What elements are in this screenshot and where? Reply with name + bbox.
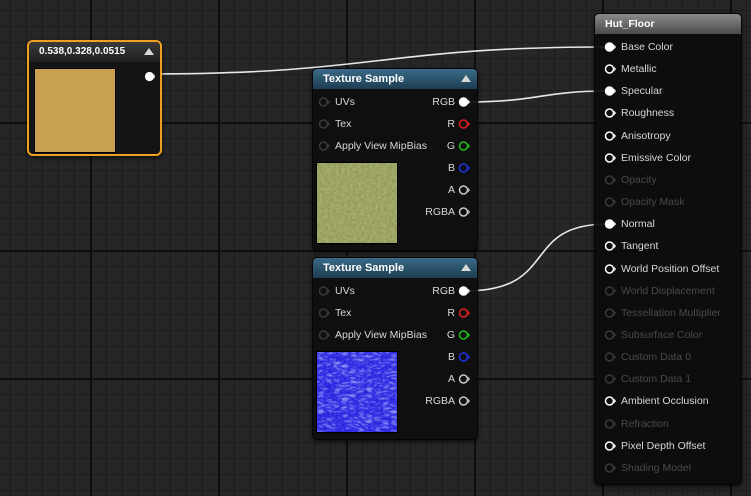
pin-label: Tex (335, 307, 352, 319)
pin-label: RGB (432, 96, 455, 108)
pin-label: Normal (621, 218, 655, 231)
pin-label: RGB (432, 285, 455, 297)
pin-label: B (447, 162, 455, 174)
constant-color-swatch (34, 68, 116, 153)
texture-sample-header[interactable]: Texture Sample (313, 69, 477, 89)
pin-label: Shading Model (621, 461, 692, 474)
pin-label: Specular (621, 85, 663, 98)
output-pin-b[interactable]: B (390, 159, 470, 177)
normal-map-texture-preview (316, 351, 398, 433)
material-result-node[interactable]: Hut_Floor Base Color Metallic Specular Roug… (594, 13, 742, 485)
pin-label: Anisotropy (621, 129, 671, 142)
pin-label: Tangent (621, 240, 659, 253)
pin-label: Roughness (621, 107, 675, 120)
output-pin-r[interactable]: R (390, 304, 470, 322)
pin-label: Pixel Depth Offset (621, 439, 706, 452)
collapse-arrow-icon[interactable] (461, 75, 471, 82)
pin-label: A (447, 373, 455, 385)
texture-sample-title: Texture Sample (323, 73, 405, 85)
constant-node-header[interactable]: 0.538,0.328,0.0515 (29, 42, 160, 62)
wire-texture2-rgb-to-normal[interactable] (464, 223, 609, 292)
output-pin-icon[interactable] (144, 71, 155, 82)
texture-sample-node-1[interactable]: Texture Sample UVs Tex Apply View MipBias R… (312, 68, 478, 251)
pin-label: Metallic (621, 63, 657, 76)
pin-label: Custom Data 0 (621, 351, 692, 364)
pin-label: RGBA (425, 395, 455, 407)
texture-sample-title: Texture Sample (323, 262, 405, 274)
pin-label: Ambient Occlusion (621, 395, 709, 408)
wire-texture1-rgb-to-specular[interactable] (464, 90, 609, 103)
pin-label: G (446, 329, 455, 341)
collapse-arrow-icon[interactable] (461, 264, 471, 271)
collapse-arrow-icon[interactable] (144, 48, 154, 55)
material-node-title: Hut_Floor (605, 18, 655, 30)
pin-label: Subsurface Color (621, 328, 703, 341)
output-pin-rgb[interactable]: RGB (390, 282, 470, 300)
output-pin-rgba[interactable]: RGBA (390, 203, 470, 221)
pin-label: RGBA (425, 206, 455, 218)
pin-label: Custom Data 1 (621, 373, 692, 386)
texture-sample-node-2[interactable]: Texture Sample UVs Tex Apply View MipBias R… (312, 257, 478, 440)
pin-label: World Position Offset (621, 262, 720, 275)
pin-label: B (447, 351, 455, 363)
output-pin-g[interactable]: G (390, 137, 470, 155)
output-pin-r[interactable]: R (390, 115, 470, 133)
output-pin-b[interactable]: B (390, 348, 470, 366)
pin-label: Base Color (621, 41, 673, 53)
pin-label: World Displacement (621, 284, 715, 297)
constant-node-title: 0.538,0.328,0.0515 (39, 46, 126, 57)
pin-label: Opacity (621, 173, 657, 186)
output-pin-rgba[interactable]: RGBA (390, 392, 470, 410)
output-pin-g[interactable]: G (390, 326, 470, 344)
pin-label: Refraction (621, 417, 669, 430)
grass-texture-preview (316, 162, 398, 244)
pin-label: Tessellation Multiplier (621, 306, 721, 319)
pin-label: UVs (335, 96, 355, 108)
material-node-header[interactable]: Hut_Floor (595, 14, 741, 34)
pin-label: A (447, 184, 455, 196)
pin-label: G (446, 140, 455, 152)
output-pin-a[interactable]: A (390, 370, 470, 388)
texture-sample-header[interactable]: Texture Sample (313, 258, 477, 278)
pin-label: Tex (335, 118, 352, 130)
pin-label: R (447, 307, 455, 319)
pin-label: Emissive Color (621, 151, 692, 164)
pin-label: R (447, 118, 455, 130)
pin-label: Opacity Mask (621, 196, 685, 209)
constant3vector-node[interactable]: 0.538,0.328,0.0515 (27, 40, 162, 156)
output-pin-rgb[interactable]: RGB (390, 93, 470, 111)
pin-label: UVs (335, 285, 355, 297)
output-pin-a[interactable]: A (390, 181, 470, 199)
